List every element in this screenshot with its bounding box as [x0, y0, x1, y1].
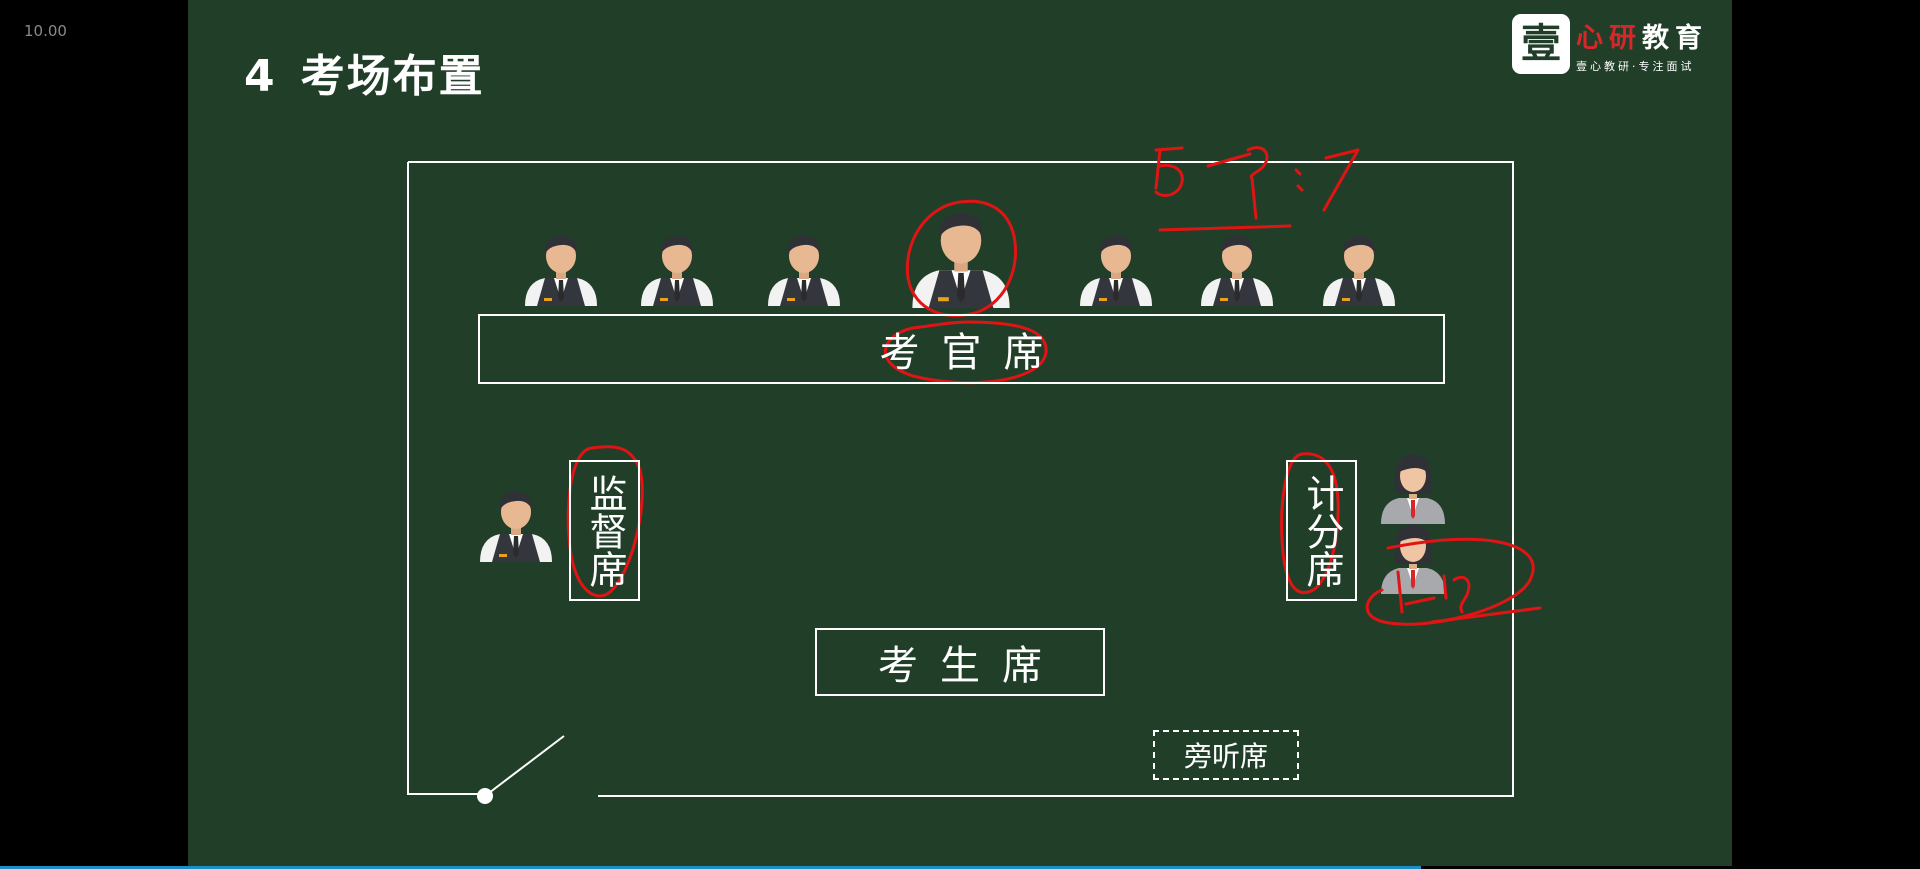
- supervisor-person: [480, 492, 552, 562]
- scorer-person: [1381, 454, 1445, 524]
- handwritten-annotations: [566, 146, 1542, 626]
- supervisor-seat-label: 监督席: [583, 473, 627, 588]
- examiner-seat: 考官席: [478, 314, 1445, 384]
- door-leaf: [484, 735, 565, 797]
- scorer-seat-label: 计分席: [1300, 473, 1344, 588]
- examiner-seat-label: 考官席: [879, 330, 1066, 376]
- player-timestamp: 10.00: [24, 22, 67, 40]
- scorer-person: [1381, 524, 1445, 594]
- audience-seat-label: 旁听席: [1183, 740, 1268, 773]
- candidate-seat: 考生席: [815, 628, 1105, 696]
- slide: 4 考场布置 壹 心研教育 壹心教研·专注面试 考官席 监督席 计分席 考生席 …: [188, 0, 1732, 866]
- room-layout: [407, 146, 1542, 804]
- audience-seat: 旁听席: [1153, 730, 1299, 780]
- ink-text-ratio: [1154, 146, 1360, 232]
- room-wall-left: [407, 162, 485, 795]
- supervisor-seat: 监督席: [569, 460, 640, 601]
- scorer-seat: 计分席: [1286, 460, 1357, 601]
- door-hinge: [477, 788, 493, 804]
- candidate-seat-label: 考生席: [878, 643, 1064, 689]
